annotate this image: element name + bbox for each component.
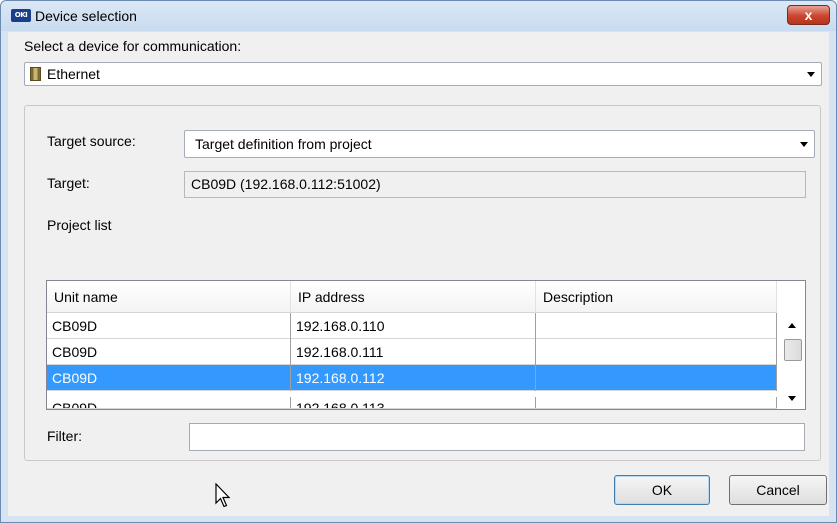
target-source-label: Target source: — [47, 133, 136, 149]
app-logo-icon: OKI — [11, 9, 31, 22]
table-row[interactable]: CB09D 192.168.0.111 — [47, 339, 777, 365]
table-row-selected[interactable]: CB09D 192.168.0.112 — [47, 365, 777, 391]
column-header-ip-address[interactable]: IP address — [291, 281, 536, 313]
project-list-label: Project list — [47, 217, 112, 233]
target-field: CB09D (192.168.0.112:51002) — [184, 171, 806, 198]
scroll-down-icon[interactable] — [788, 396, 796, 401]
chevron-down-icon[interactable] — [800, 142, 808, 147]
filter-input[interactable] — [189, 423, 805, 451]
cell-unit-name: CB09D — [47, 313, 291, 339]
table-row[interactable]: CB09D 192.168.0.113 — [47, 397, 777, 409]
table-row[interactable]: CB09D 192.168.0.110 — [47, 313, 777, 339]
cell-unit-name: CB09D — [47, 339, 291, 365]
ethernet-plug-icon — [30, 67, 41, 81]
target-source-value: Target definition from project — [195, 136, 372, 152]
close-button[interactable]: x — [787, 5, 830, 25]
cell-ip-address: 192.168.0.110 — [291, 313, 536, 339]
title-bar[interactable]: OKI Device selection x — [1, 1, 836, 31]
cell-unit-name: CB09D — [47, 365, 291, 391]
cell-ip-address: 192.168.0.111 — [291, 339, 536, 365]
cell-unit-name: CB09D — [47, 397, 291, 408]
cell-ip-address: 192.168.0.112 — [291, 365, 536, 391]
cell-description — [536, 339, 777, 365]
cancel-button[interactable]: Cancel — [729, 475, 827, 505]
table-header: Unit name IP address Description — [47, 281, 777, 313]
scrollbar-thumb[interactable] — [784, 339, 802, 361]
target-source-combo[interactable]: Target definition from project — [184, 130, 815, 158]
chevron-down-icon[interactable] — [807, 72, 815, 77]
cell-description — [536, 397, 777, 408]
vertical-scrollbar[interactable] — [779, 281, 805, 409]
project-list-table[interactable]: Unit name IP address Description CB09D 1… — [46, 280, 806, 410]
column-header-unit-name[interactable]: Unit name — [47, 281, 291, 313]
filter-label: Filter: — [47, 428, 82, 444]
target-label: Target: — [47, 175, 90, 191]
device-combo[interactable]: Ethernet — [24, 62, 822, 86]
scroll-up-icon[interactable] — [788, 323, 796, 328]
cell-description — [536, 313, 777, 339]
cell-description — [536, 365, 777, 391]
device-combo-value: Ethernet — [47, 66, 100, 82]
cell-ip-address: 192.168.0.113 — [291, 397, 536, 408]
column-header-description[interactable]: Description — [536, 281, 777, 313]
mouse-pointer-icon — [215, 483, 231, 508]
ok-button[interactable]: OK — [614, 475, 710, 505]
window-title: Device selection — [35, 8, 137, 24]
select-device-label: Select a device for communication: — [24, 38, 242, 54]
